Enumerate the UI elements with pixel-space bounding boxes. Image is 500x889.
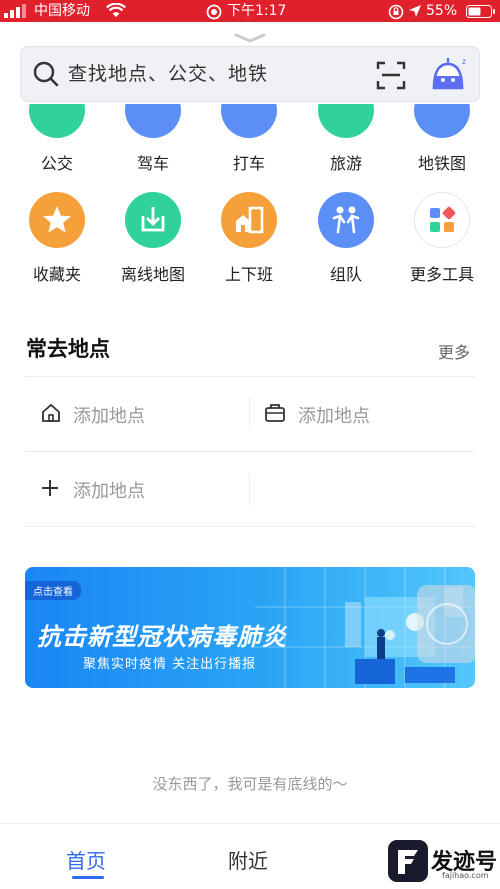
search-icon [32, 60, 60, 92]
apps-grid-icon [430, 206, 456, 232]
subway-map-icon[interactable] [414, 104, 470, 138]
location-arrow-icon [408, 4, 422, 23]
divider [25, 526, 475, 527]
watermark-logo [388, 840, 428, 882]
more-tools-button[interactable] [414, 192, 470, 248]
clock: 下午1:17 [227, 3, 287, 19]
drive-icon[interactable] [125, 104, 181, 138]
battery-percent: 55% [426, 3, 458, 19]
shortcut-taxi-label[interactable]: 打车 [199, 150, 299, 174]
offline-map-label[interactable]: 离线地图 [103, 261, 203, 285]
travel-icon[interactable] [318, 104, 374, 138]
carrier-label: 中国移动 [34, 3, 90, 19]
star-icon [43, 206, 71, 233]
add-work-place[interactable]: 添加地点 [298, 402, 370, 428]
tab-home[interactable]: 首页 [66, 845, 106, 874]
shortcut-drive-label[interactable]: 驾车 [103, 150, 203, 174]
taxi-icon[interactable] [221, 104, 277, 138]
battery-icon [466, 5, 496, 23]
watermark-url: fajihao.com [442, 871, 489, 880]
divider [249, 397, 250, 429]
more-tools-label[interactable]: 更多工具 [392, 261, 492, 285]
favorites-button[interactable] [29, 192, 85, 248]
scan-icon[interactable] [376, 60, 406, 94]
shortcut-bus-label[interactable]: 公交 [7, 150, 107, 174]
divider [25, 451, 475, 452]
search-input[interactable]: 查找地点、公交、地铁 [68, 60, 268, 88]
favorites-label[interactable]: 收藏夹 [7, 261, 107, 285]
covid-banner[interactable]: 点击查看 抗击新型冠状病毒肺炎 聚焦实时疫情 关注出行播报 [25, 567, 475, 688]
bus-icon[interactable] [29, 104, 85, 138]
divider [25, 376, 475, 377]
plus-icon [40, 478, 60, 502]
download-icon [141, 207, 165, 232]
home-icon [40, 402, 62, 428]
shortcut-travel-label[interactable]: 旅游 [296, 150, 396, 174]
briefcase-icon [264, 403, 286, 427]
offline-map-button[interactable] [125, 192, 181, 248]
team-label[interactable]: 组队 [296, 261, 396, 285]
wifi-icon [106, 2, 126, 23]
svg-text:z: z [462, 57, 466, 66]
shortcut-subway-label[interactable]: 地铁图 [392, 150, 492, 174]
team-icon [332, 206, 360, 234]
divider [249, 473, 250, 505]
commute-label[interactable]: 上下班 [199, 261, 299, 285]
add-home-place[interactable]: 添加地点 [73, 402, 145, 428]
commute-button[interactable] [221, 192, 277, 248]
add-place[interactable]: 添加地点 [73, 477, 145, 503]
banner-tag: 点击查看 [25, 581, 81, 600]
sheet-drag-handle[interactable] [234, 28, 266, 43]
end-of-list-note: 没东西了，我可是有底线的～ [152, 775, 348, 793]
tab-nearby[interactable]: 附近 [228, 845, 268, 874]
tab-active-indicator [72, 876, 104, 879]
banner-title: 抗击新型冠状病毒肺炎 [37, 623, 287, 651]
frequent-places-title: 常去地点 [26, 337, 110, 361]
team-button[interactable] [318, 192, 374, 248]
frequent-places-more-link[interactable]: 更多 [438, 339, 470, 363]
banner-subtitle: 聚焦实时疫情 关注出行播报 [83, 657, 257, 672]
signal-icon [4, 4, 28, 23]
home-office-icon [236, 206, 264, 234]
assistant-robot-icon[interactable]: z [430, 56, 470, 98]
status-bar: 中国移动 下午1:17 55% [0, 0, 500, 22]
